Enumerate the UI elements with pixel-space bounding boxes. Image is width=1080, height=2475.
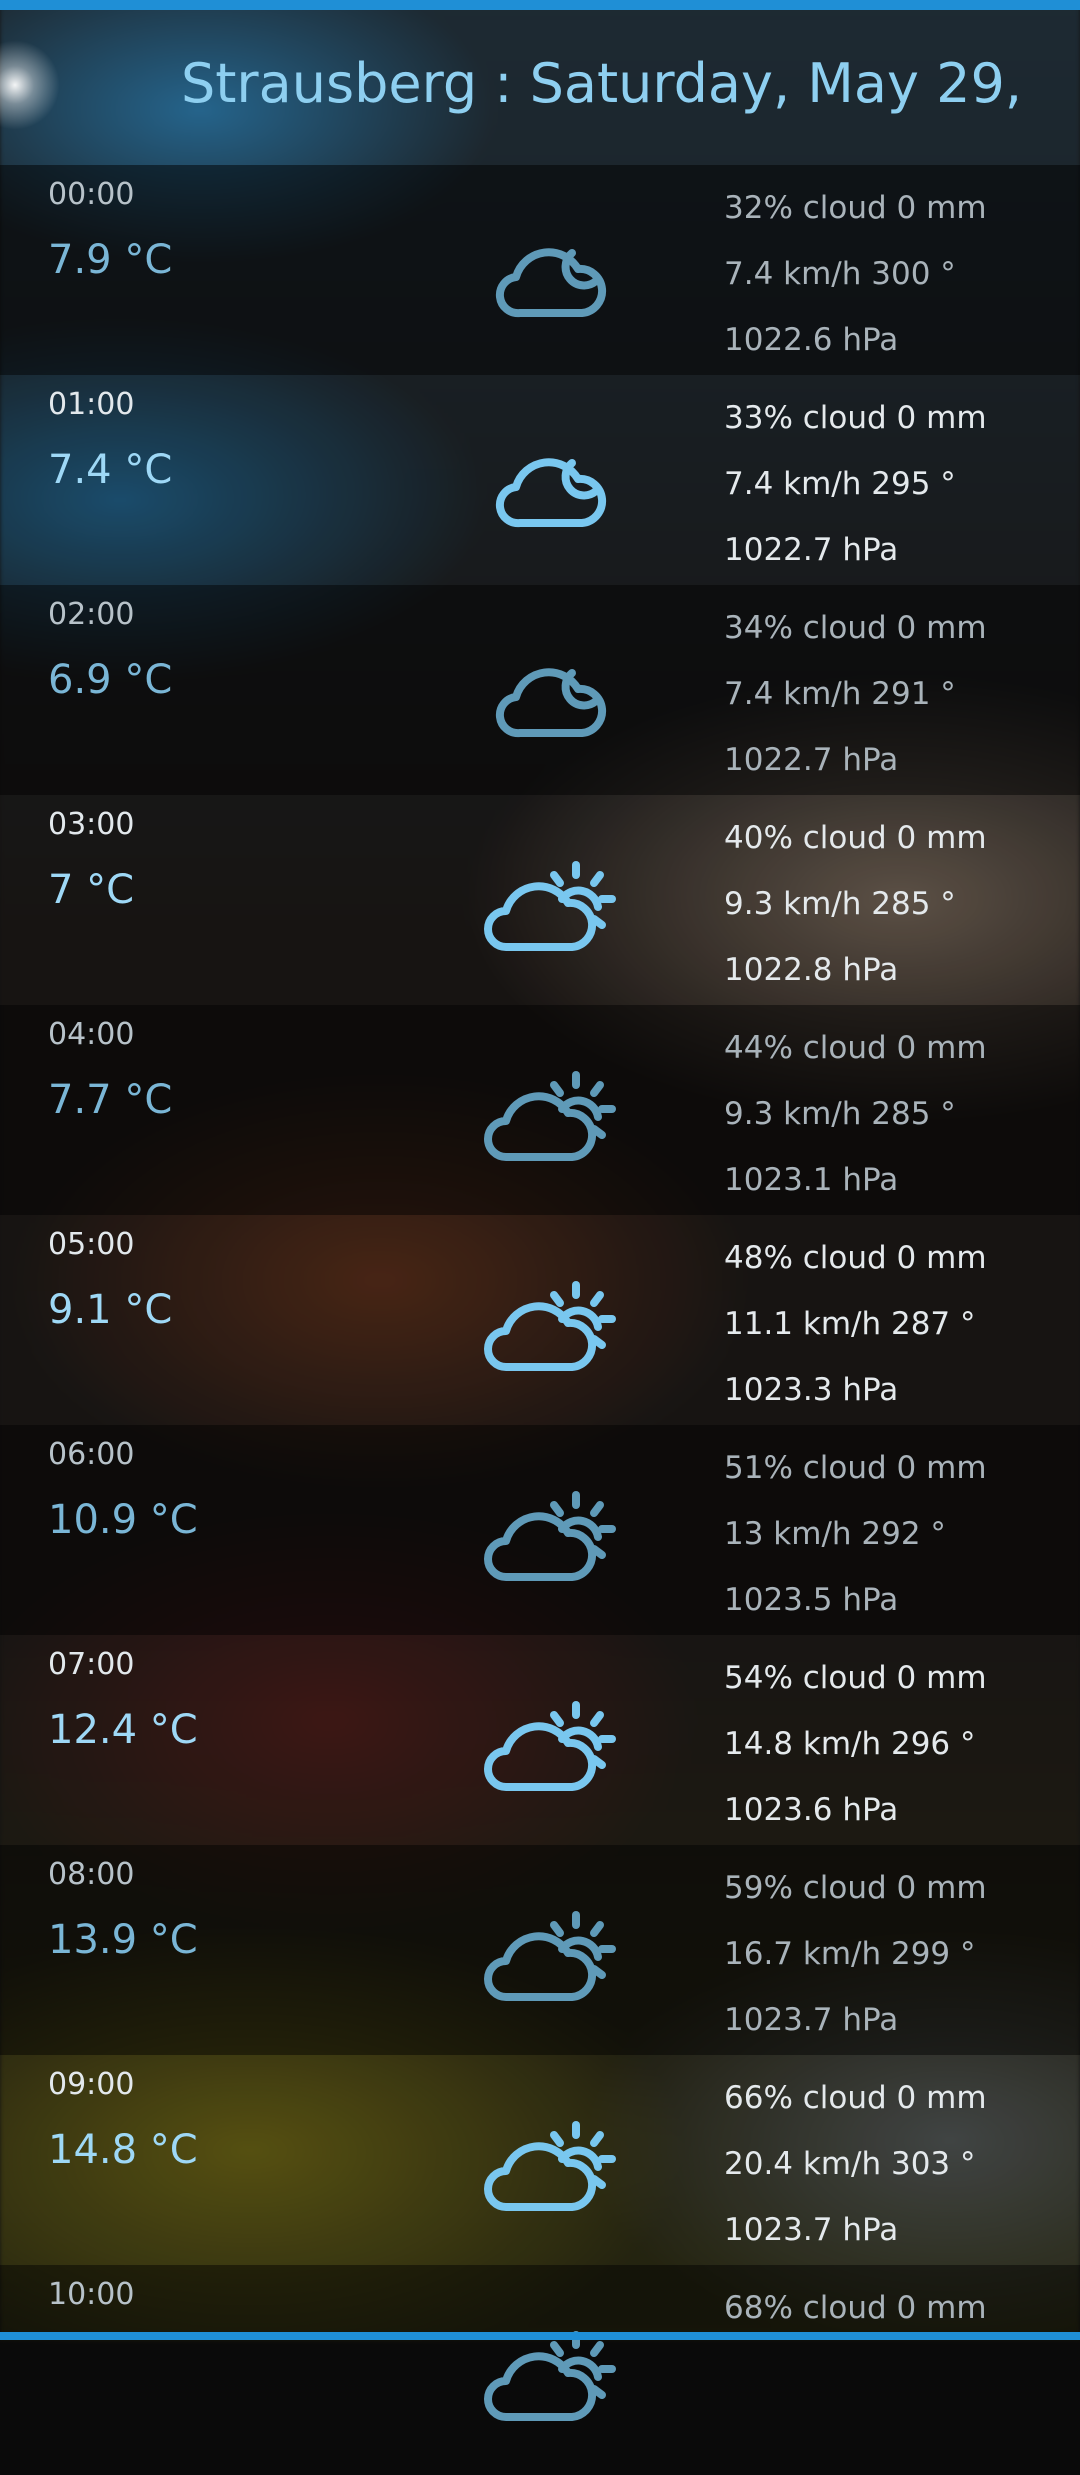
pressure-text [724,2407,1064,2473]
pressure-text: 1023.1 hPa [724,1162,899,1198]
forecast-row[interactable]: 05:00 9.1 °C 48% cloud 0 mm 11.1 km/h 28… [0,1215,1080,1425]
forecast-temperature: 9.1 °C [48,1287,173,1333]
forecast-details: 54% cloud 0 mm 14.8 km/h 296 ° 1023.6 hP… [724,1645,1064,1843]
cloud-precip-text: 66% cloud 0 mm [724,2080,987,2116]
forecast-temperature: 6.9 °C [48,657,173,703]
forecast-row[interactable]: 08:00 13.9 °C 59% cloud 0 mm 16.7 km/h 2… [0,1845,1080,2055]
cloud-precip-text: 51% cloud 0 mm [724,1450,987,1486]
forecast-details: 33% cloud 0 mm 7.4 km/h 295 ° 1022.7 hPa [724,385,1064,583]
forecast-row[interactable]: 03:00 7 °C 40% cloud 0 mm 9.3 km/h 285 °… [0,795,1080,1005]
forecast-details: 48% cloud 0 mm 11.1 km/h 287 ° 1023.3 hP… [724,1225,1064,1423]
pressure-text: 1023.6 hPa [724,1792,899,1828]
forecast-time: 09:00 [48,2067,135,2102]
forecast-row[interactable]: 04:00 7.7 °C 44% cloud 0 mm 9.3 km/h 285… [0,1005,1080,1215]
forecast-details: 32% cloud 0 mm 7.4 km/h 300 ° 1022.6 hPa [724,175,1064,373]
forecast-row[interactable]: 09:00 14.8 °C 66% cloud 0 mm 20.4 km/h 3… [0,2055,1080,2265]
wind-text: 7.4 km/h 300 ° [724,256,956,292]
cloud-moon-icon [472,625,632,755]
cloud-moon-icon [472,415,632,545]
page-header: Strausberg : Saturday, May 29, [0,10,1080,165]
forecast-row[interactable]: 06:00 10.9 °C 51% cloud 0 mm 13 km/h 292… [0,1425,1080,1635]
pressure-text: 1023.7 hPa [724,2002,899,2038]
forecast-time: 06:00 [48,1437,135,1472]
pressure-text: 1022.8 hPa [724,952,899,988]
forecast-temperature: 14.8 °C [48,2127,198,2173]
forecast-temperature: 12.4 °C [48,1707,198,1753]
forecast-row[interactable]: 02:00 6.9 °C 34% cloud 0 mm 7.4 km/h 291… [0,585,1080,795]
cloud-sun-icon [472,1045,632,1175]
forecast-details: 40% cloud 0 mm 9.3 km/h 285 ° 1022.8 hPa [724,805,1064,1003]
wind-text: 7.4 km/h 291 ° [724,676,956,712]
forecast-details: 68% cloud 0 mm [724,2275,1064,2473]
forecast-details: 66% cloud 0 mm 20.4 km/h 303 ° 1023.7 hP… [724,2065,1064,2263]
pressure-text: 1023.7 hPa [724,2212,899,2248]
wind-text: 16.7 km/h 299 ° [724,1936,976,1972]
cloud-precip-text: 34% cloud 0 mm [724,610,987,646]
forecast-time: 05:00 [48,1227,135,1262]
forecast-row[interactable]: 07:00 12.4 °C 54% cloud 0 mm 14.8 km/h 2… [0,1635,1080,1845]
forecast-details: 44% cloud 0 mm 9.3 km/h 285 ° 1023.1 hPa [724,1015,1064,1213]
bottom-accent-bar [0,2332,1080,2340]
forecast-details: 51% cloud 0 mm 13 km/h 292 ° 1023.5 hPa [724,1435,1064,1633]
cloud-precip-text: 48% cloud 0 mm [724,1240,987,1276]
forecast-temperature: 7.7 °C [48,1077,173,1123]
forecast-time: 01:00 [48,387,135,422]
forecast-temperature: 7.4 °C [48,447,173,493]
forecast-row[interactable]: 10:00 68% cloud 0 mm [0,2265,1080,2475]
cloud-precip-text: 54% cloud 0 mm [724,1660,987,1696]
wind-text: 20.4 km/h 303 ° [724,2146,976,2182]
forecast-time: 10:00 [48,2277,135,2312]
cloud-precip-text: 59% cloud 0 mm [724,1870,987,1906]
pressure-text: 1023.3 hPa [724,1372,899,1408]
forecast-temperature: 7.9 °C [48,237,173,283]
forecast-time: 08:00 [48,1857,135,1892]
pressure-text: 1023.5 hPa [724,1582,899,1618]
wind-text: 13 km/h 292 ° [724,1516,946,1552]
forecast-details: 59% cloud 0 mm 16.7 km/h 299 ° 1023.7 hP… [724,1855,1064,2053]
cloud-precip-text: 33% cloud 0 mm [724,400,987,436]
forecast-time: 07:00 [48,1647,135,1682]
pressure-text: 1022.6 hPa [724,322,899,358]
forecast-time: 00:00 [48,177,135,212]
forecast-temperature: 7 °C [48,867,135,913]
top-accent-bar [0,0,1080,10]
page-title: Strausberg : Saturday, May 29, [180,52,1022,115]
cloud-sun-icon [472,2305,632,2435]
wind-text: 9.3 km/h 285 ° [724,1096,956,1132]
forecast-row[interactable]: 01:00 7.4 °C 33% cloud 0 mm 7.4 km/h 295… [0,375,1080,585]
wind-text: 9.3 km/h 285 ° [724,886,956,922]
pressure-text: 1022.7 hPa [724,532,899,568]
cloud-sun-icon [472,835,632,965]
cloud-sun-icon [472,1675,632,1805]
cloud-precip-text: 44% cloud 0 mm [724,1030,987,1066]
wind-text [724,2341,1064,2407]
cloud-sun-icon [472,1885,632,2015]
forecast-row[interactable]: 00:00 7.9 °C 32% cloud 0 mm 7.4 km/h 300… [0,165,1080,375]
forecast-temperature: 10.9 °C [48,1497,198,1543]
cloud-sun-icon [472,2095,632,2225]
cloud-sun-icon [472,1255,632,1385]
wind-text: 7.4 km/h 295 ° [724,466,956,502]
cloud-precip-text: 32% cloud 0 mm [724,190,987,226]
hourly-forecast-list[interactable]: 00:00 7.9 °C 32% cloud 0 mm 7.4 km/h 300… [0,165,1080,2475]
forecast-details: 34% cloud 0 mm 7.4 km/h 291 ° 1022.7 hPa [724,595,1064,793]
wind-text: 11.1 km/h 287 ° [724,1306,976,1342]
cloud-precip-text: 40% cloud 0 mm [724,820,987,856]
forecast-time: 04:00 [48,1017,135,1052]
wind-text: 14.8 km/h 296 ° [724,1726,976,1762]
forecast-time: 02:00 [48,597,135,632]
cloud-moon-icon [472,205,632,335]
pressure-text: 1022.7 hPa [724,742,899,778]
forecast-temperature: 13.9 °C [48,1917,198,1963]
forecast-time: 03:00 [48,807,135,842]
cloud-sun-icon [472,1465,632,1595]
